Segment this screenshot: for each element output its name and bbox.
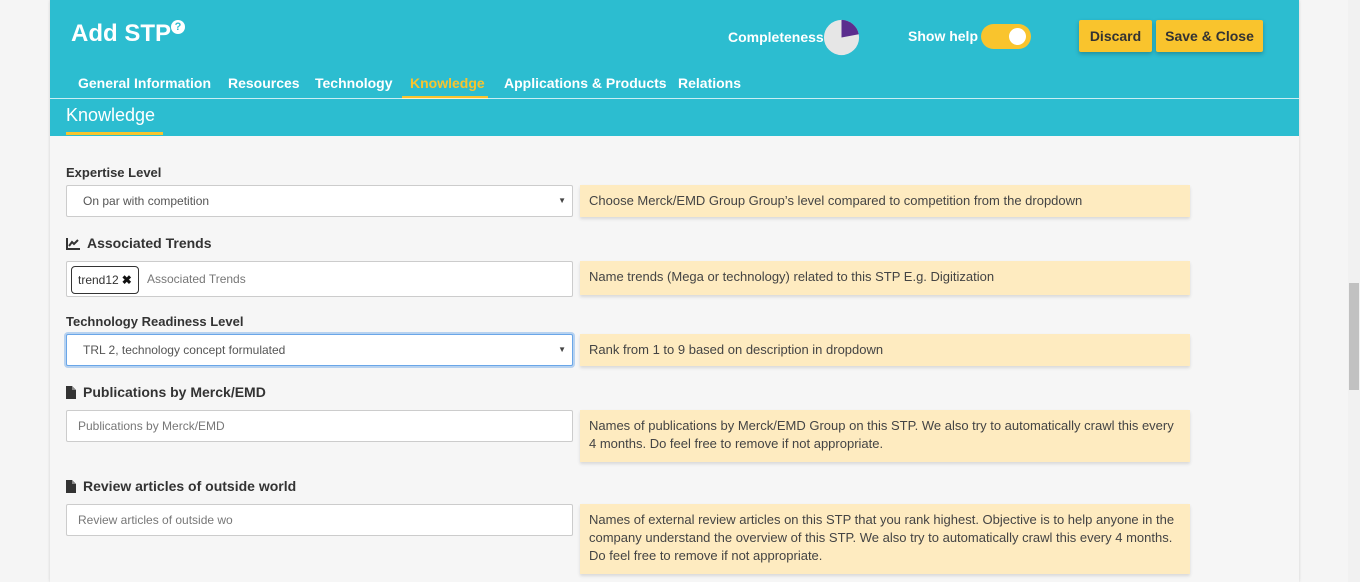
section-title: Knowledge	[66, 105, 156, 125]
publications-placeholder: Publications by Merck/EMD	[78, 419, 225, 433]
tab-knowledge[interactable]: Knowledge	[410, 75, 485, 91]
expertise-level-value: On par with competition	[83, 194, 210, 208]
tab-general-information[interactable]: General Information	[78, 75, 211, 91]
scrollbar-thumb[interactable]	[1349, 283, 1359, 390]
chevron-down-icon: ▼	[558, 196, 566, 205]
help-icon[interactable]: ?	[171, 20, 185, 34]
tab-resources[interactable]: Resources	[228, 75, 300, 91]
associated-trends-placeholder: Associated Trends	[147, 272, 246, 286]
close-icon[interactable]: ✖	[122, 273, 132, 287]
completeness-label: Completeness	[728, 29, 824, 45]
document-icon	[66, 480, 76, 496]
chart-line-icon	[66, 237, 80, 253]
tab-applications-products[interactable]: Applications & Products	[504, 75, 667, 91]
expertise-level-select[interactable]: On par with competition ▼	[66, 185, 573, 217]
associated-trends-label-text: Associated Trends	[87, 235, 212, 251]
show-help-label: Show help	[908, 28, 978, 44]
edit-panel: Add STP ? Completeness Show help Discard…	[50, 0, 1299, 582]
trl-value: TRL 2, technology concept formulated	[83, 343, 286, 357]
tab-relations[interactable]: Relations	[678, 75, 741, 91]
document-icon	[66, 386, 76, 402]
trl-help: Rank from 1 to 9 based on description in…	[580, 334, 1190, 366]
trl-select[interactable]: TRL 2, technology concept formulated ▼	[66, 334, 573, 366]
publications-label-text: Publications by Merck/EMD	[83, 384, 266, 400]
trend-chip-label: trend12	[78, 273, 119, 287]
review-articles-label: Review articles of outside world	[66, 478, 296, 496]
associated-trends-label: Associated Trends	[66, 235, 212, 253]
discard-button[interactable]: Discard	[1079, 20, 1152, 52]
expertise-level-label: Expertise Level	[66, 165, 162, 180]
review-articles-help: Names of external review articles on thi…	[580, 504, 1190, 574]
publications-input[interactable]: Publications by Merck/EMD	[66, 410, 573, 442]
trl-label: Technology Readiness Level	[66, 314, 244, 329]
trend-chip[interactable]: trend12 ✖	[71, 266, 139, 294]
chevron-down-icon: ▼	[558, 345, 566, 354]
page-title: Add STP	[71, 20, 171, 47]
review-articles-label-text: Review articles of outside world	[83, 478, 297, 494]
publications-help: Names of publications by Merck/EMD Group…	[580, 410, 1190, 462]
header: Add STP ? Completeness Show help Discard…	[50, 0, 1299, 136]
show-help-toggle[interactable]	[981, 24, 1031, 49]
publications-label: Publications by Merck/EMD	[66, 384, 266, 402]
section-title-underline	[66, 132, 163, 135]
review-articles-placeholder: Review articles of outside wo	[78, 513, 233, 527]
associated-trends-help: Name trends (Mega or technology) related…	[580, 261, 1190, 295]
associated-trends-input[interactable]: trend12 ✖ Associated Trends	[66, 261, 573, 297]
completeness-pie-chart	[823, 19, 860, 56]
header-divider	[50, 98, 1299, 99]
tab-technology[interactable]: Technology	[315, 75, 393, 91]
toggle-knob	[1009, 28, 1026, 45]
expertise-level-help: Choose Merck/EMD Group Group’s level com…	[580, 185, 1190, 217]
save-close-button[interactable]: Save & Close	[1156, 20, 1263, 52]
review-articles-input[interactable]: Review articles of outside wo	[66, 504, 573, 536]
